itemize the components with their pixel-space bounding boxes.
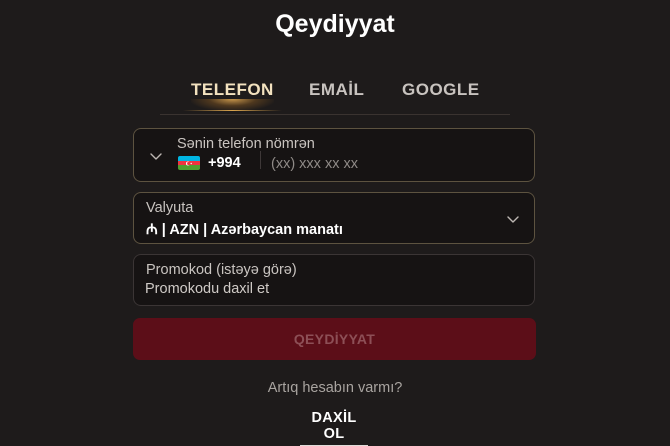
tab-google[interactable]: GOOGLE (402, 80, 480, 100)
have-account-text: Artıq hesabın varmı? (267, 380, 403, 396)
registration-tabs: TELEFON EMAİL GOOGLE (160, 78, 510, 115)
currency-value: ₼ | AZN | Azərbaycan manatı (146, 219, 343, 239)
login-link[interactable]: DAXİL OL (300, 410, 368, 446)
promo-input[interactable]: Promokodu daxil et (145, 281, 269, 297)
phone-separator (260, 151, 261, 169)
phone-input[interactable]: (xx) xxx xx xx (271, 156, 358, 172)
tab-telefon-label: TELEFON (191, 80, 274, 99)
tab-telefon[interactable]: TELEFON (183, 80, 282, 111)
country-code[interactable]: +994 (208, 155, 241, 171)
currency-selected: | AZN | Azərbaycan manatı (161, 222, 343, 238)
active-tab-indicator (183, 110, 282, 111)
currency-select[interactable]: Valyuta ₼ | AZN | Azərbaycan manatı (133, 192, 535, 244)
azerbaijan-flag-icon[interactable] (178, 156, 200, 170)
promo-label: Promokod (istəyə görə) (146, 262, 297, 278)
phone-field-label: Sənin telefon nömrən (177, 136, 315, 152)
manat-symbol: ₼ (146, 222, 158, 238)
currency-label: Valyuta (146, 200, 194, 216)
tab-google-label: GOOGLE (402, 80, 480, 99)
tab-email-label: EMAİL (309, 80, 365, 99)
country-dropdown-chevron-icon[interactable] (149, 149, 163, 163)
chevron-down-icon[interactable] (506, 212, 520, 226)
promo-field[interactable]: Promokod (istəyə görə) Promokodu daxil e… (133, 254, 535, 306)
page-title: Qeydiyyat (275, 10, 395, 38)
phone-field[interactable]: Sənin telefon nömrən +994 (xx) xxx xx xx (133, 128, 535, 182)
register-button[interactable]: QEYDİYYAT (133, 318, 536, 360)
tab-email[interactable]: EMAİL (309, 80, 364, 100)
